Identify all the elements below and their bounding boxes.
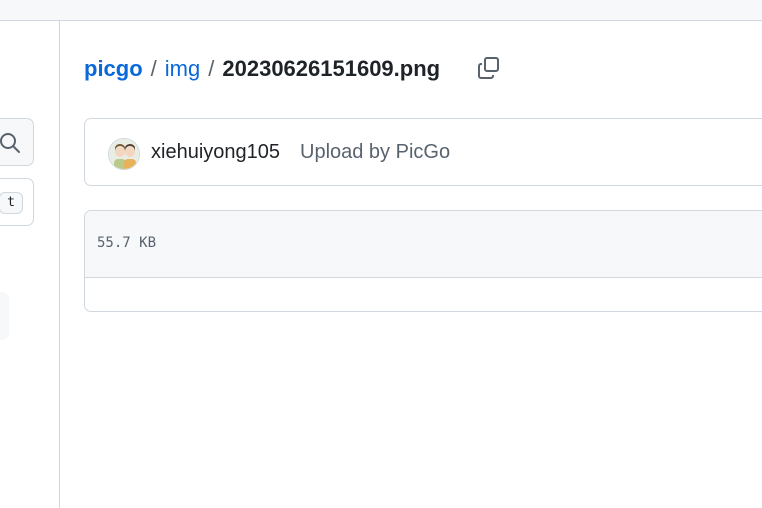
latest-commit-box: xiehuiyong105 Upload by PicGo <box>84 118 762 186</box>
avatar[interactable] <box>108 138 140 170</box>
top-bar <box>0 0 762 21</box>
search-button[interactable] <box>0 118 34 166</box>
file-size: 55.7 KB <box>97 235 157 251</box>
file-viewer: 55.7 KB <box>84 210 762 312</box>
go-to-file-input[interactable]: t <box>0 178 34 226</box>
file-tree-sidebar: t <box>0 21 60 508</box>
breadcrumb-folder-link[interactable]: img <box>165 56 200 82</box>
search-icon <box>0 133 20 153</box>
copy-icon <box>478 57 499 79</box>
breadcrumb-separator: / <box>150 56 157 81</box>
commit-message-link[interactable]: Upload by PicGo <box>300 141 450 164</box>
file-header: 55.7 KB <box>85 211 762 278</box>
breadcrumb: picgo / img / 20230626151609.png <box>84 53 440 85</box>
avatar-image <box>109 139 139 169</box>
sidebar-selected-item[interactable] <box>0 292 9 340</box>
commit-author-link[interactable]: xiehuiyong105 <box>151 141 280 164</box>
breadcrumb-separator: / <box>208 56 215 81</box>
shortcut-key: t <box>0 192 23 214</box>
breadcrumb-repo-link[interactable]: picgo <box>84 56 143 82</box>
copy-path-button[interactable] <box>474 53 504 83</box>
breadcrumb-file-name: 20230626151609.png <box>222 56 441 81</box>
